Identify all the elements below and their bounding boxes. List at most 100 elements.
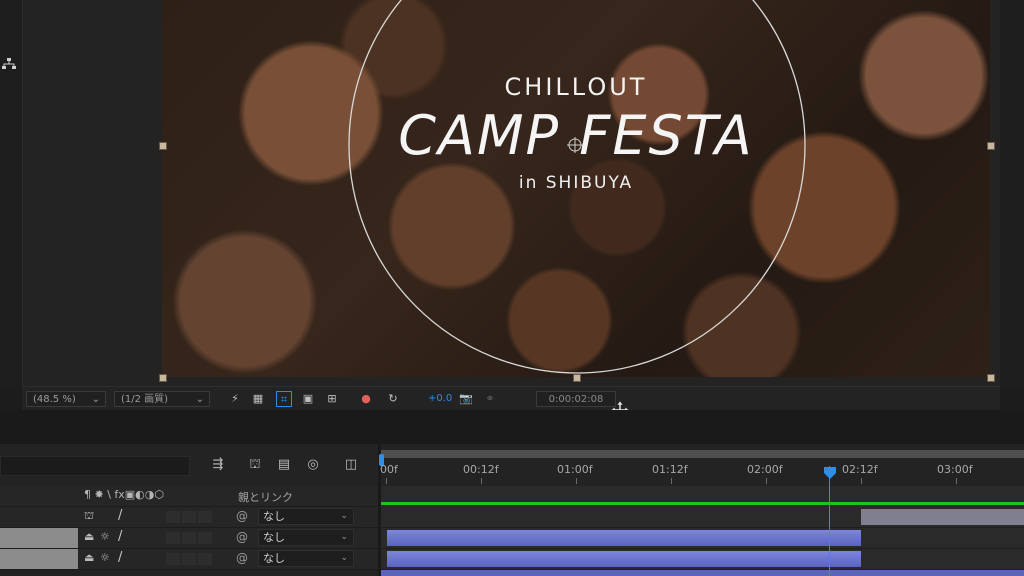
ruler-label: 02:00f (747, 463, 783, 476)
snapshot-camera-icon[interactable]: 📷 (458, 391, 474, 407)
parent-select[interactable]: なし ⌄ (258, 508, 354, 525)
current-time-display[interactable]: 0:00:02:08 (536, 391, 616, 407)
ruler-label: 01:12f (652, 463, 688, 476)
layer-duration-bar-partial[interactable] (381, 570, 1024, 576)
layer-row[interactable]: ⏏ ☼ / @ なし ⌄ (0, 528, 378, 549)
graph-editor-icon[interactable]: ◫ (342, 456, 360, 474)
motion-blur-icon[interactable]: ◎ (304, 456, 322, 474)
quality-switch-icon[interactable]: / (118, 508, 122, 523)
collapse-switch-icon[interactable]: ☼ (100, 551, 110, 564)
chevron-down-icon: ⌄ (91, 394, 100, 405)
composition-toolbar: (48.5 %) ⌄ (1/2 画質) ⌄ ⚡ ▦ ⌗ ▣ ⊞ ● ↻ +0.0… (22, 386, 1000, 411)
chevron-down-icon: ⌄ (195, 394, 204, 405)
transform-handle-bottom[interactable] (573, 374, 581, 382)
switch-cell[interactable] (198, 511, 212, 523)
layer-column-header: ¶ ✸ \ fx▣◐◑⬡ 親とリンク (0, 486, 378, 507)
ruler-tick (861, 478, 862, 484)
composition-canvas[interactable]: CHILLOUT CAMP FESTA in SHIBUYA (162, 0, 990, 377)
ruler-label: 00f (380, 463, 398, 476)
playhead-line (829, 466, 830, 576)
layer-label-color[interactable] (0, 549, 78, 569)
left-panel-edge (0, 0, 23, 386)
shy-switch-icon[interactable]: ⏏ (84, 530, 94, 543)
layer-duration-bar[interactable] (387, 551, 861, 567)
layer-name-area[interactable] (0, 507, 78, 527)
transform-handle-bottom-left[interactable] (159, 374, 167, 382)
reset-exposure-icon[interactable]: ↻ (385, 391, 401, 407)
switch-cell[interactable] (166, 532, 180, 544)
composition-flowchart-icon[interactable]: ⇶ (209, 456, 227, 474)
current-time-value: 0:00:02:08 (548, 394, 604, 405)
shy-switch-icon[interactable]: ⏏ (84, 551, 94, 564)
layer-track[interactable] (381, 507, 1024, 528)
resolution-value: (1/2 画質) (121, 394, 169, 405)
resolution-select[interactable]: (1/2 画質) ⌄ (114, 391, 210, 407)
parent-select[interactable]: なし ⌄ (258, 529, 354, 546)
parent-link-header: 親とリンク (238, 491, 293, 504)
switch-cell[interactable] (182, 553, 196, 565)
title-chillout-text: CHILLOUT (504, 73, 648, 101)
work-area-bar[interactable] (381, 450, 1024, 458)
switch-cell[interactable] (182, 532, 196, 544)
chevron-down-icon: ⌄ (340, 553, 348, 563)
playhead-handle-icon[interactable] (823, 466, 837, 480)
ruler-tick (481, 478, 482, 484)
ruler-tick (386, 478, 387, 484)
layer-duration-bar[interactable] (861, 509, 1024, 525)
layer-switches-header: ¶ ✸ \ fx▣◐◑⬡ (84, 488, 164, 501)
region-of-interest-icon[interactable]: ▣ (300, 391, 316, 407)
layer-search-input[interactable] (0, 456, 190, 476)
parent-pickwhip-icon[interactable]: @ (236, 551, 248, 565)
shy-switch-icon[interactable]: ⛫ (84, 509, 94, 524)
quality-switch-icon[interactable]: / (118, 529, 122, 544)
collapse-switch-icon[interactable]: ☼ (100, 530, 110, 543)
switch-cell[interactable] (198, 553, 212, 565)
quality-switch-icon[interactable]: / (118, 550, 122, 565)
composition-panel: CHILLOUT CAMP FESTA in SHIBUYA (0, 0, 1024, 386)
ruler-tick (576, 478, 577, 484)
timeline-panel: ⇶ ⛫ ▤ ◎ ◫ 00f 00:12f 01:00f 01:12f 02:00… (0, 444, 1024, 576)
parent-pickwhip-icon[interactable]: @ (236, 530, 248, 544)
work-area-indicator (381, 502, 1024, 505)
switch-cell[interactable] (166, 511, 180, 523)
chevron-down-icon: ⌄ (340, 511, 348, 521)
parent-value: なし (263, 510, 285, 523)
layer-row[interactable]: ⏏ ☼ / @ なし ⌄ (0, 549, 378, 570)
layer-duration-bar[interactable] (387, 530, 861, 546)
zoom-select[interactable]: (48.5 %) ⌄ (26, 391, 106, 407)
title-in-shibuya-text: in SHIBUYA (518, 173, 634, 193)
transform-handle-bottom-right[interactable] (987, 374, 995, 382)
flowchart-icon[interactable] (2, 58, 16, 70)
parent-pickwhip-icon[interactable]: @ (236, 509, 248, 523)
ruler-tick (766, 478, 767, 484)
layer-row[interactable]: ⛫ / @ なし ⌄ (0, 507, 378, 528)
right-panel-edge (1000, 0, 1024, 386)
ruler-label: 03:00f (937, 463, 973, 476)
switch-cell[interactable] (182, 511, 196, 523)
transform-handle-left[interactable] (159, 142, 167, 150)
transparency-grid-icon[interactable]: ▦ (250, 391, 266, 407)
layer-label-color[interactable] (0, 528, 78, 548)
chevron-down-icon: ⌄ (340, 532, 348, 542)
switch-cell[interactable] (166, 553, 180, 565)
ruler-label: 00:12f (463, 463, 499, 476)
shy-layers-icon[interactable]: ⛫ (246, 456, 264, 474)
panel-divider (0, 410, 1024, 444)
switch-cell[interactable] (198, 532, 212, 544)
layer-track[interactable] (381, 528, 1024, 549)
parent-value: なし (263, 531, 285, 544)
zoom-value: (48.5 %) (33, 394, 76, 405)
transform-handle-right[interactable] (987, 142, 995, 150)
fast-previews-icon[interactable]: ⚡ (227, 391, 243, 407)
parent-select[interactable]: なし ⌄ (258, 550, 354, 567)
color-channels-icon[interactable]: ● (358, 391, 374, 407)
mask-visibility-icon[interactable]: ⌗ (276, 391, 292, 407)
frame-blending-icon[interactable]: ▤ (275, 456, 293, 474)
show-snapshot-icon[interactable]: ⚭ (482, 391, 498, 407)
ruler-label: 01:00f (557, 463, 593, 476)
ruler-tick (956, 478, 957, 484)
ruler-tick (671, 478, 672, 484)
exposure-value[interactable]: +0.0 (428, 391, 452, 407)
grid-guides-icon[interactable]: ⊞ (324, 391, 340, 407)
layer-track[interactable] (381, 549, 1024, 570)
